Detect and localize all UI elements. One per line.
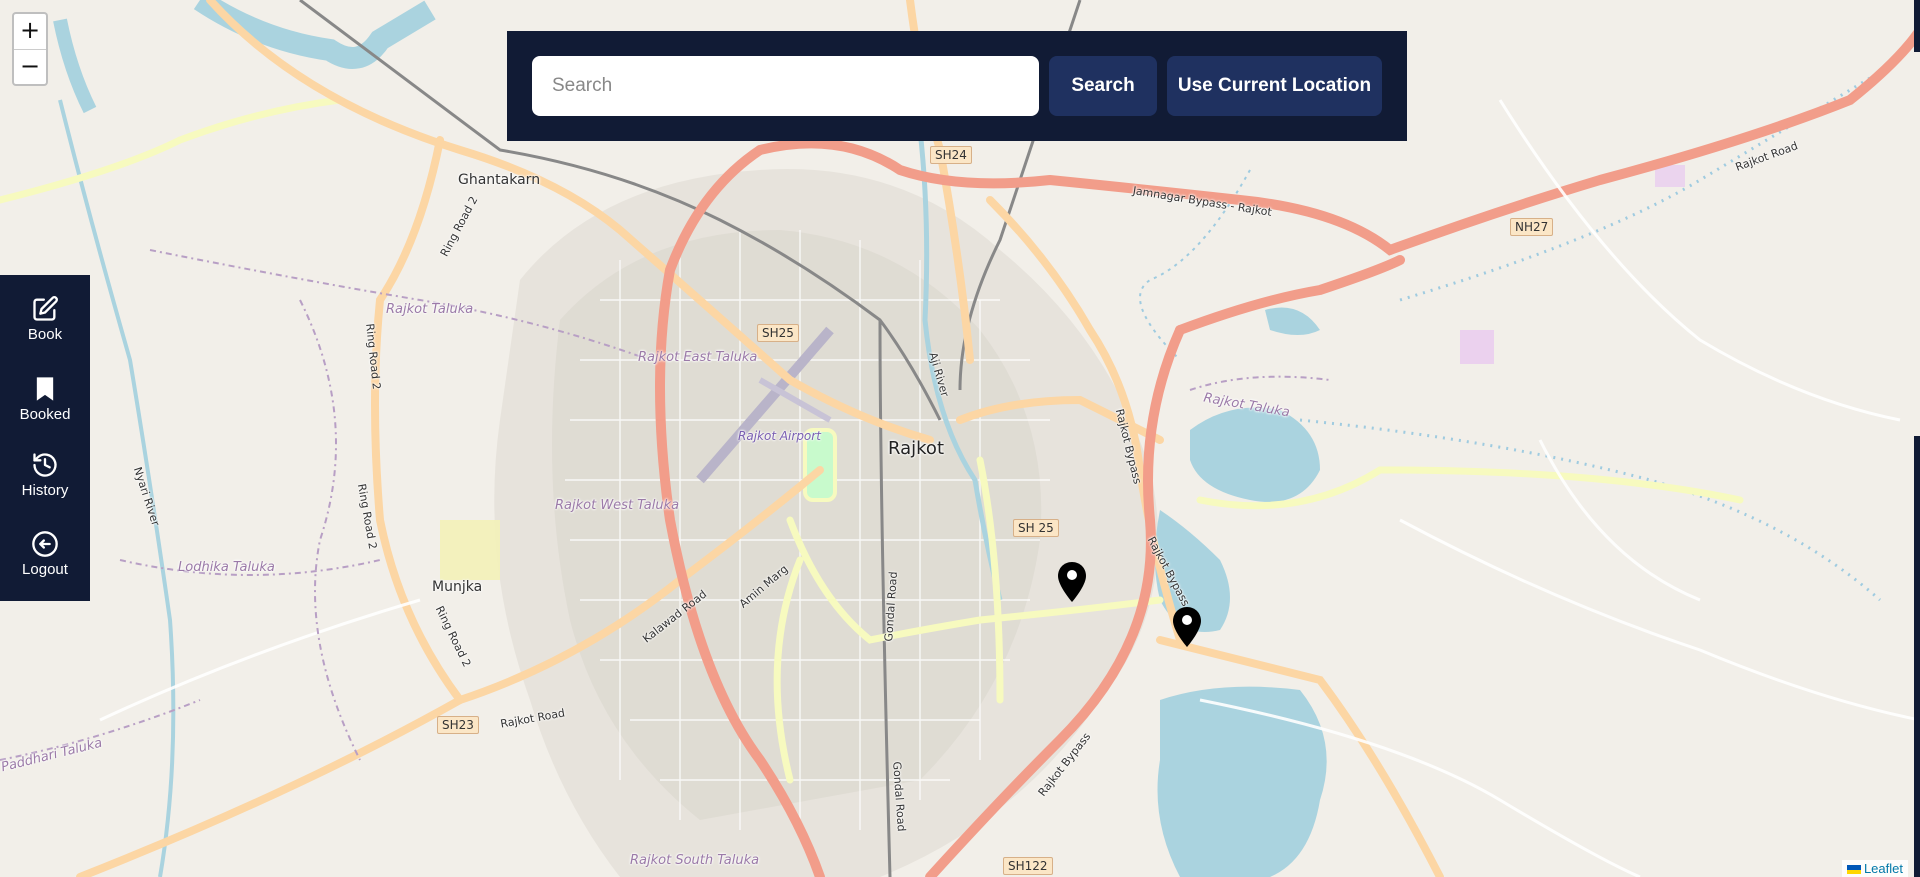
zoom-out-button[interactable]: − — [14, 50, 46, 84]
road-shield-nh27: NH27 — [1510, 218, 1554, 236]
sidebar-item-label: History — [21, 482, 69, 499]
map-pin-icon[interactable] — [1058, 562, 1086, 602]
scroll-edge-top — [1914, 0, 1920, 52]
road-shield-sh25: SH25 — [757, 324, 799, 342]
logout-icon — [32, 531, 58, 557]
bookmark-icon — [36, 377, 54, 401]
edit-icon — [33, 296, 58, 321]
use-current-location-button[interactable]: Use Current Location — [1167, 56, 1382, 116]
sidebar-item-history[interactable]: History — [0, 451, 90, 499]
history-icon — [33, 453, 57, 477]
sidebar-item-label: Booked — [19, 406, 71, 423]
road-shield-sh122: SH122 — [1003, 857, 1053, 875]
road-shield-sh23: SH23 — [437, 716, 479, 734]
sidebar-item-booked[interactable]: Booked — [0, 375, 90, 423]
search-button[interactable]: Search — [1049, 56, 1157, 116]
map-pin-icon[interactable] — [1173, 607, 1201, 647]
sidebar-item-label: Logout — [22, 561, 68, 578]
map-attribution[interactable]: Leaflet — [1841, 860, 1908, 877]
sidebar-item-label: Book — [27, 326, 63, 343]
attribution-link[interactable]: Leaflet — [1864, 861, 1903, 876]
scroll-edge-bottom — [1914, 436, 1920, 877]
road-shield-sh24: SH24 — [930, 146, 972, 164]
search-panel: Search Use Current Location — [507, 31, 1407, 141]
search-input[interactable] — [532, 56, 1039, 116]
sidebar-item-logout[interactable]: Logout — [0, 530, 90, 578]
zoom-in-button[interactable]: + — [14, 14, 46, 50]
road-shield-sh-25: SH 25 — [1013, 519, 1059, 537]
sidebar: Book Booked History Logout — [0, 275, 90, 601]
zoom-control: + − — [12, 12, 48, 86]
ukraine-flag-icon — [1846, 865, 1861, 875]
sidebar-item-book[interactable]: Book — [0, 295, 90, 343]
